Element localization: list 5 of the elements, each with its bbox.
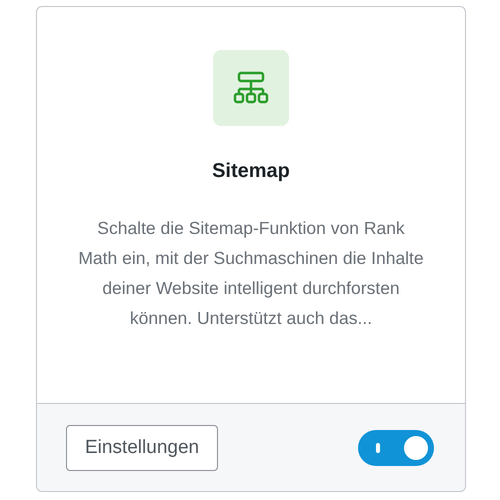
module-title: Sitemap xyxy=(212,160,290,183)
module-description: Schalte die Sitemap-Funktion von Rank Math ein, mit der Suchmaschinen die Inhalte deiner Website intelligent durchforsten können. Unterstützt auch das... xyxy=(77,217,425,330)
module-toggle[interactable] xyxy=(358,430,434,466)
sitemap-icon xyxy=(233,70,269,106)
settings-button[interactable]: Einstellungen xyxy=(66,424,218,470)
